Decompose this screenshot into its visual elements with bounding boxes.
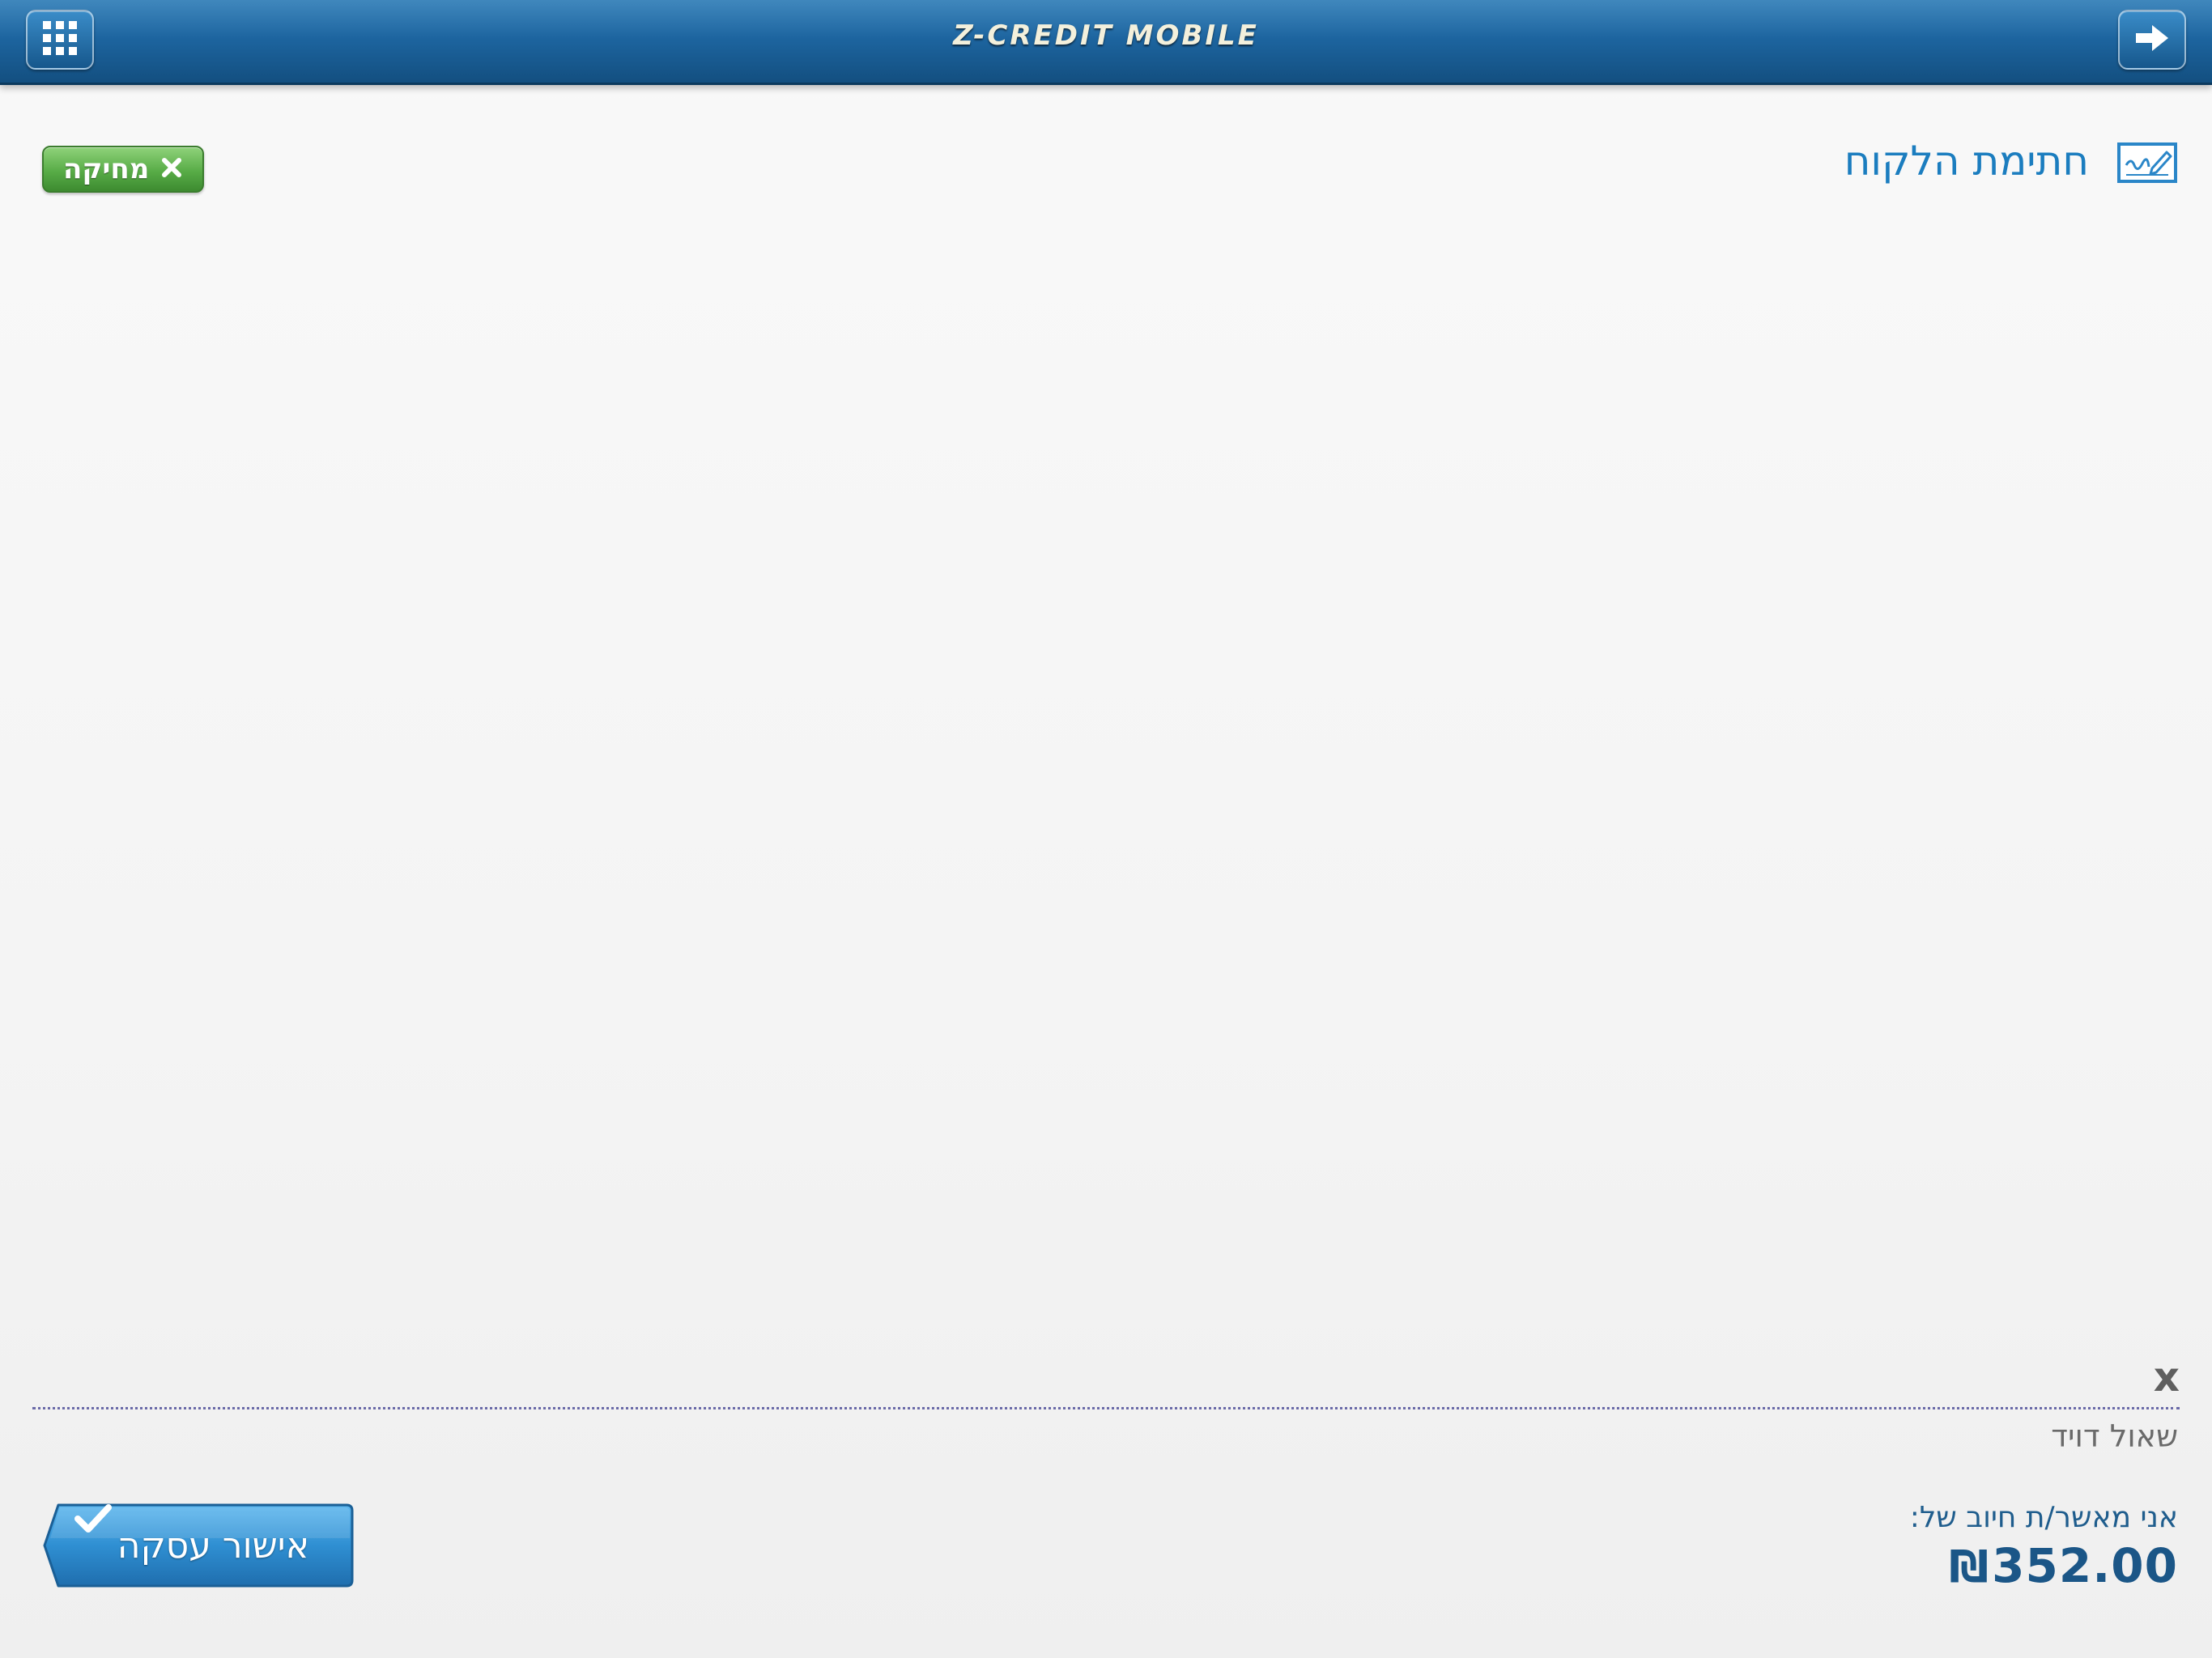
charge-amount: 352.00 ₪ <box>1949 1538 2178 1593</box>
clear-button-label: מחיקה <box>63 153 150 185</box>
app-title: Z-CREDIT MOBILE <box>953 19 1259 52</box>
signature-pad[interactable] <box>32 219 2180 1409</box>
page-title: חתימת הלקוח <box>1844 138 2089 185</box>
customer-name: שאול דויד <box>2051 1418 2178 1454</box>
signature-icon <box>2116 138 2178 185</box>
currency-symbol: ₪ <box>1949 1541 1989 1592</box>
approve-transaction-button[interactable]: אישור עסקה <box>42 1503 355 1588</box>
amount-value: 352.00 <box>1992 1538 2178 1593</box>
page-heading: חתימת הלקוח <box>1844 138 2178 185</box>
charge-confirmation-text: אני מאשר/ת חיוב של: <box>1909 1501 2178 1534</box>
signature-x-mark: x <box>2153 1354 2180 1401</box>
signature-line <box>32 1407 2180 1409</box>
arrow-right-icon <box>2134 22 2170 57</box>
clear-signature-button[interactable]: מחיקה <box>42 146 205 193</box>
approve-button-label: אישור עסקה <box>117 1524 309 1567</box>
close-icon <box>160 156 183 182</box>
top-bar: Z-CREDIT MOBILE <box>0 0 2212 85</box>
exit-button[interactable] <box>2118 10 2186 70</box>
